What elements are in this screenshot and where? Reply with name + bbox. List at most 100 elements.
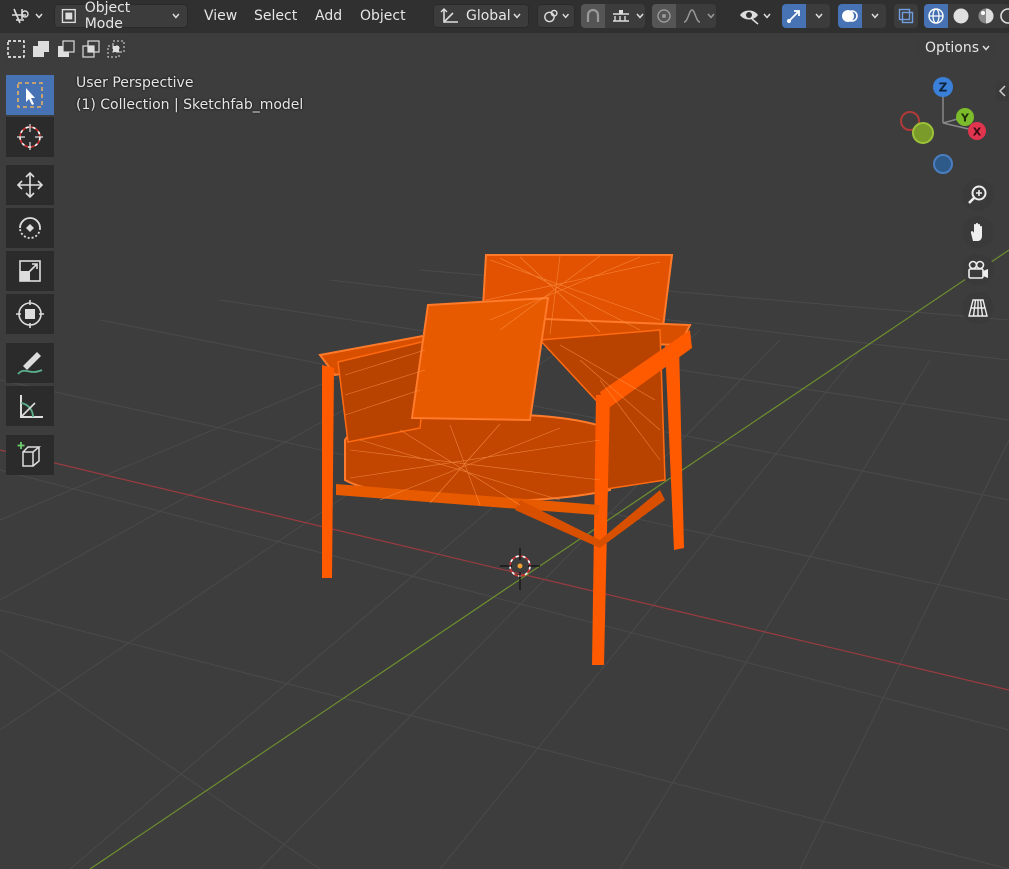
collection-info-text: (1) Collection | Sketchfab_model <box>76 97 304 113</box>
material-shading-button[interactable] <box>974 4 998 28</box>
gizmo-x-label: X <box>973 126 982 139</box>
xray-toggle[interactable] <box>894 4 918 28</box>
measure-icon <box>20 395 43 418</box>
zoom-button[interactable] <box>962 179 994 211</box>
chevron-down-icon <box>172 13 180 19</box>
gizmo-toggle[interactable] <box>782 4 806 28</box>
menu-view[interactable]: View <box>198 4 243 28</box>
tool-scale[interactable] <box>6 251 54 291</box>
options-dropdown[interactable]: Options <box>917 36 997 60</box>
transform-orientation-icon <box>440 8 458 23</box>
camera-icon <box>968 260 988 279</box>
falloff-icon <box>683 9 701 23</box>
overlay-icon <box>842 10 858 22</box>
gizmo-z-label: Z <box>939 81 948 95</box>
gizmo-y-label: Y <box>960 112 970 125</box>
chevron-down-icon <box>871 13 879 19</box>
mode-dropdown[interactable]: Object Mode <box>54 0 188 32</box>
menu-select[interactable]: Select <box>248 4 303 28</box>
gizmo-dropdown[interactable] <box>808 4 830 28</box>
tool-annotate[interactable] <box>6 343 54 383</box>
select-invert-icon <box>82 40 100 58</box>
scale-icon <box>19 260 41 282</box>
rendered-shading-button[interactable] <box>999 4 1009 28</box>
3d-viewport[interactable]: Options User Perspective (1) Collection … <box>0 33 1009 869</box>
tool-transform[interactable] <box>6 294 54 334</box>
viewport-header: Object Mode View Select Add Object Globa… <box>0 0 1009 33</box>
grid-perspective-icon <box>968 299 988 317</box>
material-shading-icon <box>978 8 994 24</box>
select-intersect-icon <box>107 40 125 58</box>
chevron-down-icon <box>763 13 771 19</box>
overlay-group <box>838 4 886 28</box>
select-intersect-button[interactable] <box>104 37 128 61</box>
tool-rotate[interactable] <box>6 208 54 248</box>
3d-cursor <box>500 548 540 590</box>
navigation-gizmo[interactable]: Z Y X <box>895 75 995 180</box>
xray-icon <box>898 8 914 24</box>
snap-toggle[interactable] <box>581 4 605 28</box>
camera-view-button[interactable] <box>962 254 994 286</box>
chevron-down-icon <box>513 13 521 19</box>
transform-icon <box>16 300 44 328</box>
pivot-point-dropdown[interactable] <box>537 4 575 28</box>
overlay-toggle[interactable] <box>838 4 862 28</box>
selection-mode-group <box>4 37 128 61</box>
select-new-icon <box>7 40 25 58</box>
perspective-toggle-button[interactable] <box>962 292 994 324</box>
proportional-edit-toggle[interactable] <box>652 4 676 28</box>
snap-increment-icon <box>613 10 629 22</box>
select-extend-button[interactable] <box>29 37 53 61</box>
wireframe-shading-button[interactable] <box>924 4 948 28</box>
wireframe-shading-icon <box>928 8 944 24</box>
chevron-down-icon <box>815 13 823 19</box>
chevron-down-icon <box>636 13 644 19</box>
gizmo-icon <box>787 10 800 23</box>
options-label: Options <box>925 40 980 56</box>
visibility-icon <box>740 10 759 25</box>
overlay-dropdown[interactable] <box>864 4 886 28</box>
chair-wireframe <box>318 254 692 665</box>
cursor-icon <box>17 124 43 150</box>
select-invert-button[interactable] <box>79 37 103 61</box>
sidebar-toggle[interactable] <box>996 81 1009 101</box>
solid-shading-button[interactable] <box>949 4 973 28</box>
proportional-edit-icon <box>657 9 671 23</box>
chevron-down-icon <box>35 13 43 19</box>
annotate-icon <box>17 352 43 375</box>
select-subtract-button[interactable] <box>54 37 78 61</box>
object-mode-icon <box>61 8 76 24</box>
editor-type-icon <box>12 8 29 24</box>
tool-select-box[interactable] <box>6 75 54 115</box>
pan-button[interactable] <box>962 216 994 248</box>
chevron-down-icon <box>707 13 715 19</box>
select-new-button[interactable] <box>4 37 28 61</box>
snap-icon <box>586 8 600 22</box>
select-extend-icon <box>33 41 49 57</box>
tool-add-cube[interactable] <box>6 435 54 475</box>
tool-move[interactable] <box>6 165 54 205</box>
mode-label: Object Mode <box>84 0 131 32</box>
tool-measure[interactable] <box>6 386 54 426</box>
snap-target-dropdown[interactable] <box>607 4 645 28</box>
menu-object[interactable]: Object <box>354 4 412 28</box>
falloff-dropdown[interactable] <box>678 4 716 28</box>
visibility-dropdown[interactable] <box>736 4 774 28</box>
solid-shading-icon <box>953 8 969 24</box>
rotate-icon <box>19 217 41 239</box>
snap-group <box>581 4 645 28</box>
pivot-icon <box>544 9 558 23</box>
menu-add[interactable]: Add <box>309 4 348 28</box>
shading-group <box>924 4 1009 28</box>
add-cube-icon <box>17 442 42 467</box>
transform-orientation-dropdown[interactable]: Global <box>433 4 529 28</box>
chevron-down-icon <box>982 45 990 51</box>
tool-cursor[interactable] <box>6 117 54 157</box>
rendered-shading-icon <box>1000 8 1009 24</box>
editor-type-button[interactable] <box>6 4 46 28</box>
transform-orientation-label: Global <box>466 8 511 24</box>
select-box-icon <box>17 82 43 108</box>
hand-pan-icon <box>970 222 982 241</box>
proportional-edit-group <box>652 4 716 28</box>
select-subtract-icon <box>58 40 75 57</box>
